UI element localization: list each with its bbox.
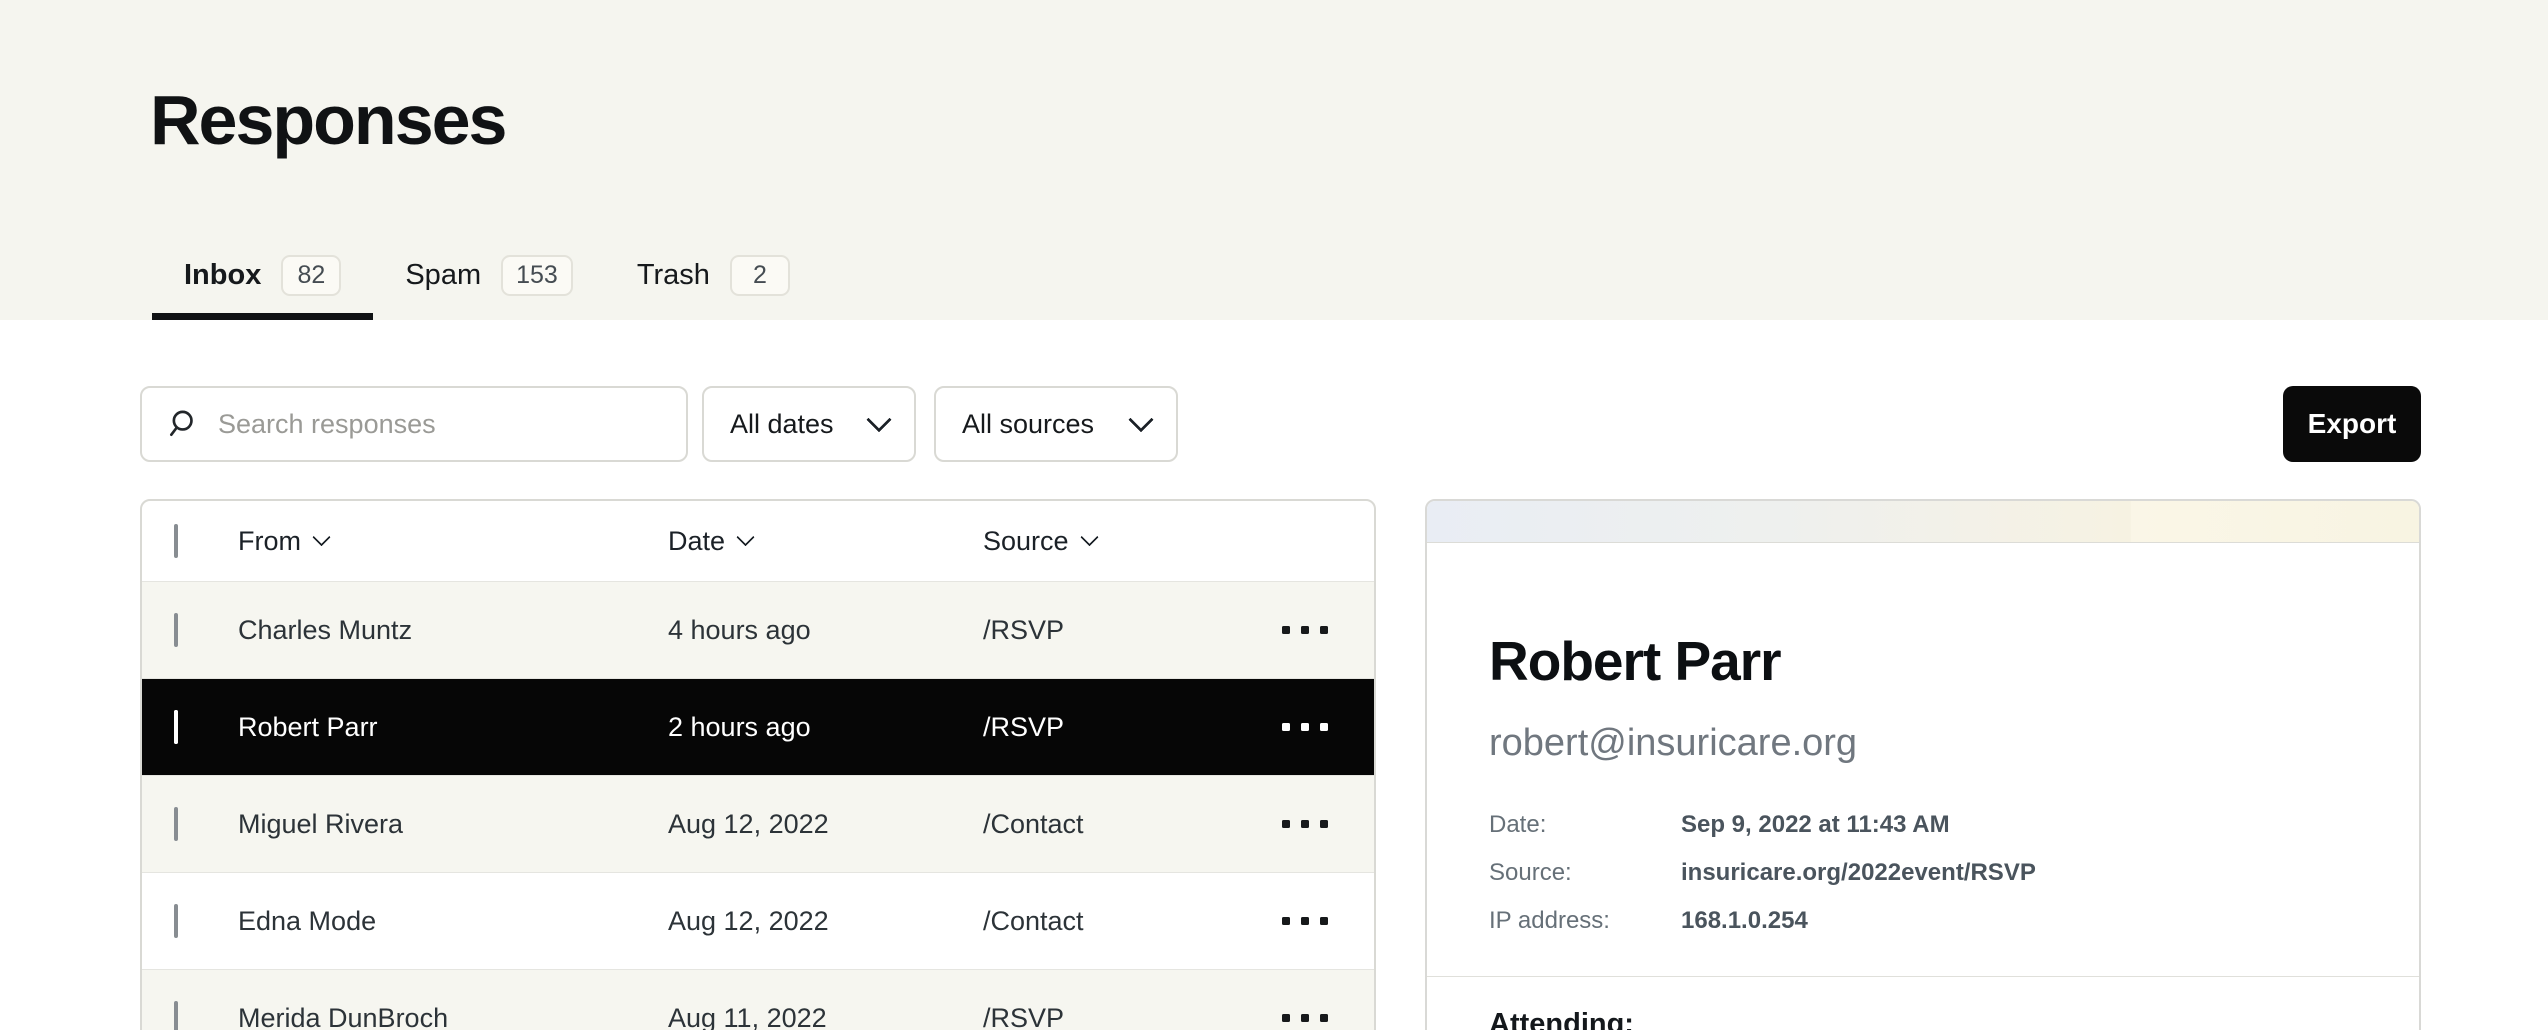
row-source: /Contact (983, 809, 1277, 840)
row-from: Charles Muntz (238, 615, 668, 646)
meta-value: Sep 9, 2022 at 11:43 AM (1681, 801, 1950, 849)
detail-meta: Date: Sep 9, 2022 at 11:43 AM Source: in… (1489, 801, 2357, 945)
meta-row: IP address: 168.1.0.254 (1489, 897, 2357, 945)
row-from: Robert Parr (238, 712, 668, 743)
attending-heading: Attending: (1489, 1007, 2357, 1030)
row-actions-menu-icon[interactable] (1277, 820, 1374, 828)
select-all-checkbox[interactable] (174, 524, 178, 558)
chevron-down-icon (312, 528, 330, 546)
row-source: /RSVP (983, 615, 1277, 646)
table-row[interactable]: Edna Mode Aug 12, 2022 /Contact (142, 872, 1374, 969)
chevron-down-icon (736, 528, 754, 546)
tab[interactable]: Spam 153 (373, 237, 604, 320)
row-checkbox[interactable] (174, 904, 178, 938)
tab[interactable]: Trash 2 (605, 237, 822, 320)
tab-label: Trash (637, 259, 710, 292)
date-filter-label: All dates (730, 409, 834, 440)
row-actions-menu-icon[interactable] (1277, 917, 1374, 925)
row-from: Merida DunBroch (238, 1003, 668, 1030)
row-date: 4 hours ago (668, 615, 983, 646)
row-date: Aug 12, 2022 (668, 906, 983, 937)
chevron-down-icon (1080, 528, 1098, 546)
meta-row: Date: Sep 9, 2022 at 11:43 AM (1489, 801, 2357, 849)
tab-count-badge: 153 (501, 255, 573, 296)
table-row[interactable]: Robert Parr 2 hours ago /RSVP (142, 678, 1374, 775)
respondent-email: robert@insuricare.org (1489, 721, 2357, 765)
column-header-source[interactable]: Source (983, 526, 1277, 557)
respondent-name: Robert Parr (1489, 631, 2357, 691)
tab-count-badge: 2 (730, 255, 790, 296)
table-row[interactable]: Charles Muntz 4 hours ago /RSVP (142, 581, 1374, 678)
row-source: /Contact (983, 906, 1277, 937)
detail-body: Robert Parr robert@insuricare.org Date: … (1427, 631, 2419, 1030)
table-body: Charles Muntz 4 hours ago /RSVP Robert P… (142, 581, 1374, 1030)
row-actions-menu-icon[interactable] (1277, 723, 1374, 731)
column-header-date[interactable]: Date (668, 526, 983, 557)
tab-label: Spam (405, 259, 481, 292)
row-source: /RSVP (983, 712, 1277, 743)
table-row[interactable]: Miguel Rivera Aug 12, 2022 /Contact (142, 775, 1374, 872)
source-filter-dropdown[interactable]: All sources (934, 386, 1178, 462)
row-checkbox[interactable] (174, 1001, 178, 1030)
page-title: Responses (150, 80, 505, 160)
responses-table: From Date Source Charles Muntz 4 hours a… (140, 499, 1376, 1030)
source-filter-label: All sources (962, 409, 1094, 440)
meta-value: 168.1.0.254 (1681, 897, 1808, 945)
tab[interactable]: Inbox 82 (152, 237, 373, 320)
tab-count-badge: 82 (281, 255, 341, 296)
row-checkbox[interactable] (174, 807, 178, 841)
meta-label: IP address: (1489, 897, 1681, 945)
responses-page: Responses Inbox 82 Spam 153 Trash 2 (0, 0, 2548, 1030)
meta-label: Source: (1489, 849, 1681, 897)
meta-value: insuricare.org/2022event/RSVP (1681, 849, 2036, 897)
date-filter-dropdown[interactable]: All dates (702, 386, 916, 462)
row-source: /RSVP (983, 1003, 1277, 1030)
row-date: Aug 12, 2022 (668, 809, 983, 840)
search-input[interactable] (216, 408, 662, 441)
row-checkbox[interactable] (174, 613, 178, 647)
response-detail-panel: Robert Parr robert@insuricare.org Date: … (1425, 499, 2421, 1030)
chevron-down-icon (866, 407, 891, 432)
row-checkbox[interactable] (174, 710, 178, 744)
meta-row: Source: insuricare.org/2022event/RSVP (1489, 849, 2357, 897)
row-actions-menu-icon[interactable] (1277, 1014, 1374, 1022)
detail-banner (1427, 501, 2419, 543)
column-header-from[interactable]: From (238, 526, 668, 557)
row-from: Edna Mode (238, 906, 668, 937)
tab-label: Inbox (184, 259, 261, 292)
chevron-down-icon (1128, 407, 1153, 432)
header-band: Responses Inbox 82 Spam 153 Trash 2 (0, 0, 2548, 320)
export-button[interactable]: Export (2283, 386, 2421, 462)
detail-divider (1427, 976, 2419, 977)
row-from: Miguel Rivera (238, 809, 668, 840)
table-row[interactable]: Merida DunBroch Aug 11, 2022 /RSVP (142, 969, 1374, 1030)
table-header-row: From Date Source (142, 501, 1374, 581)
meta-label: Date: (1489, 801, 1681, 849)
search-icon (166, 408, 198, 440)
row-actions-menu-icon[interactable] (1277, 626, 1374, 634)
search-box[interactable] (140, 386, 688, 462)
tab-bar: Inbox 82 Spam 153 Trash 2 (152, 237, 822, 320)
row-date: 2 hours ago (668, 712, 983, 743)
row-date: Aug 11, 2022 (668, 1003, 983, 1030)
